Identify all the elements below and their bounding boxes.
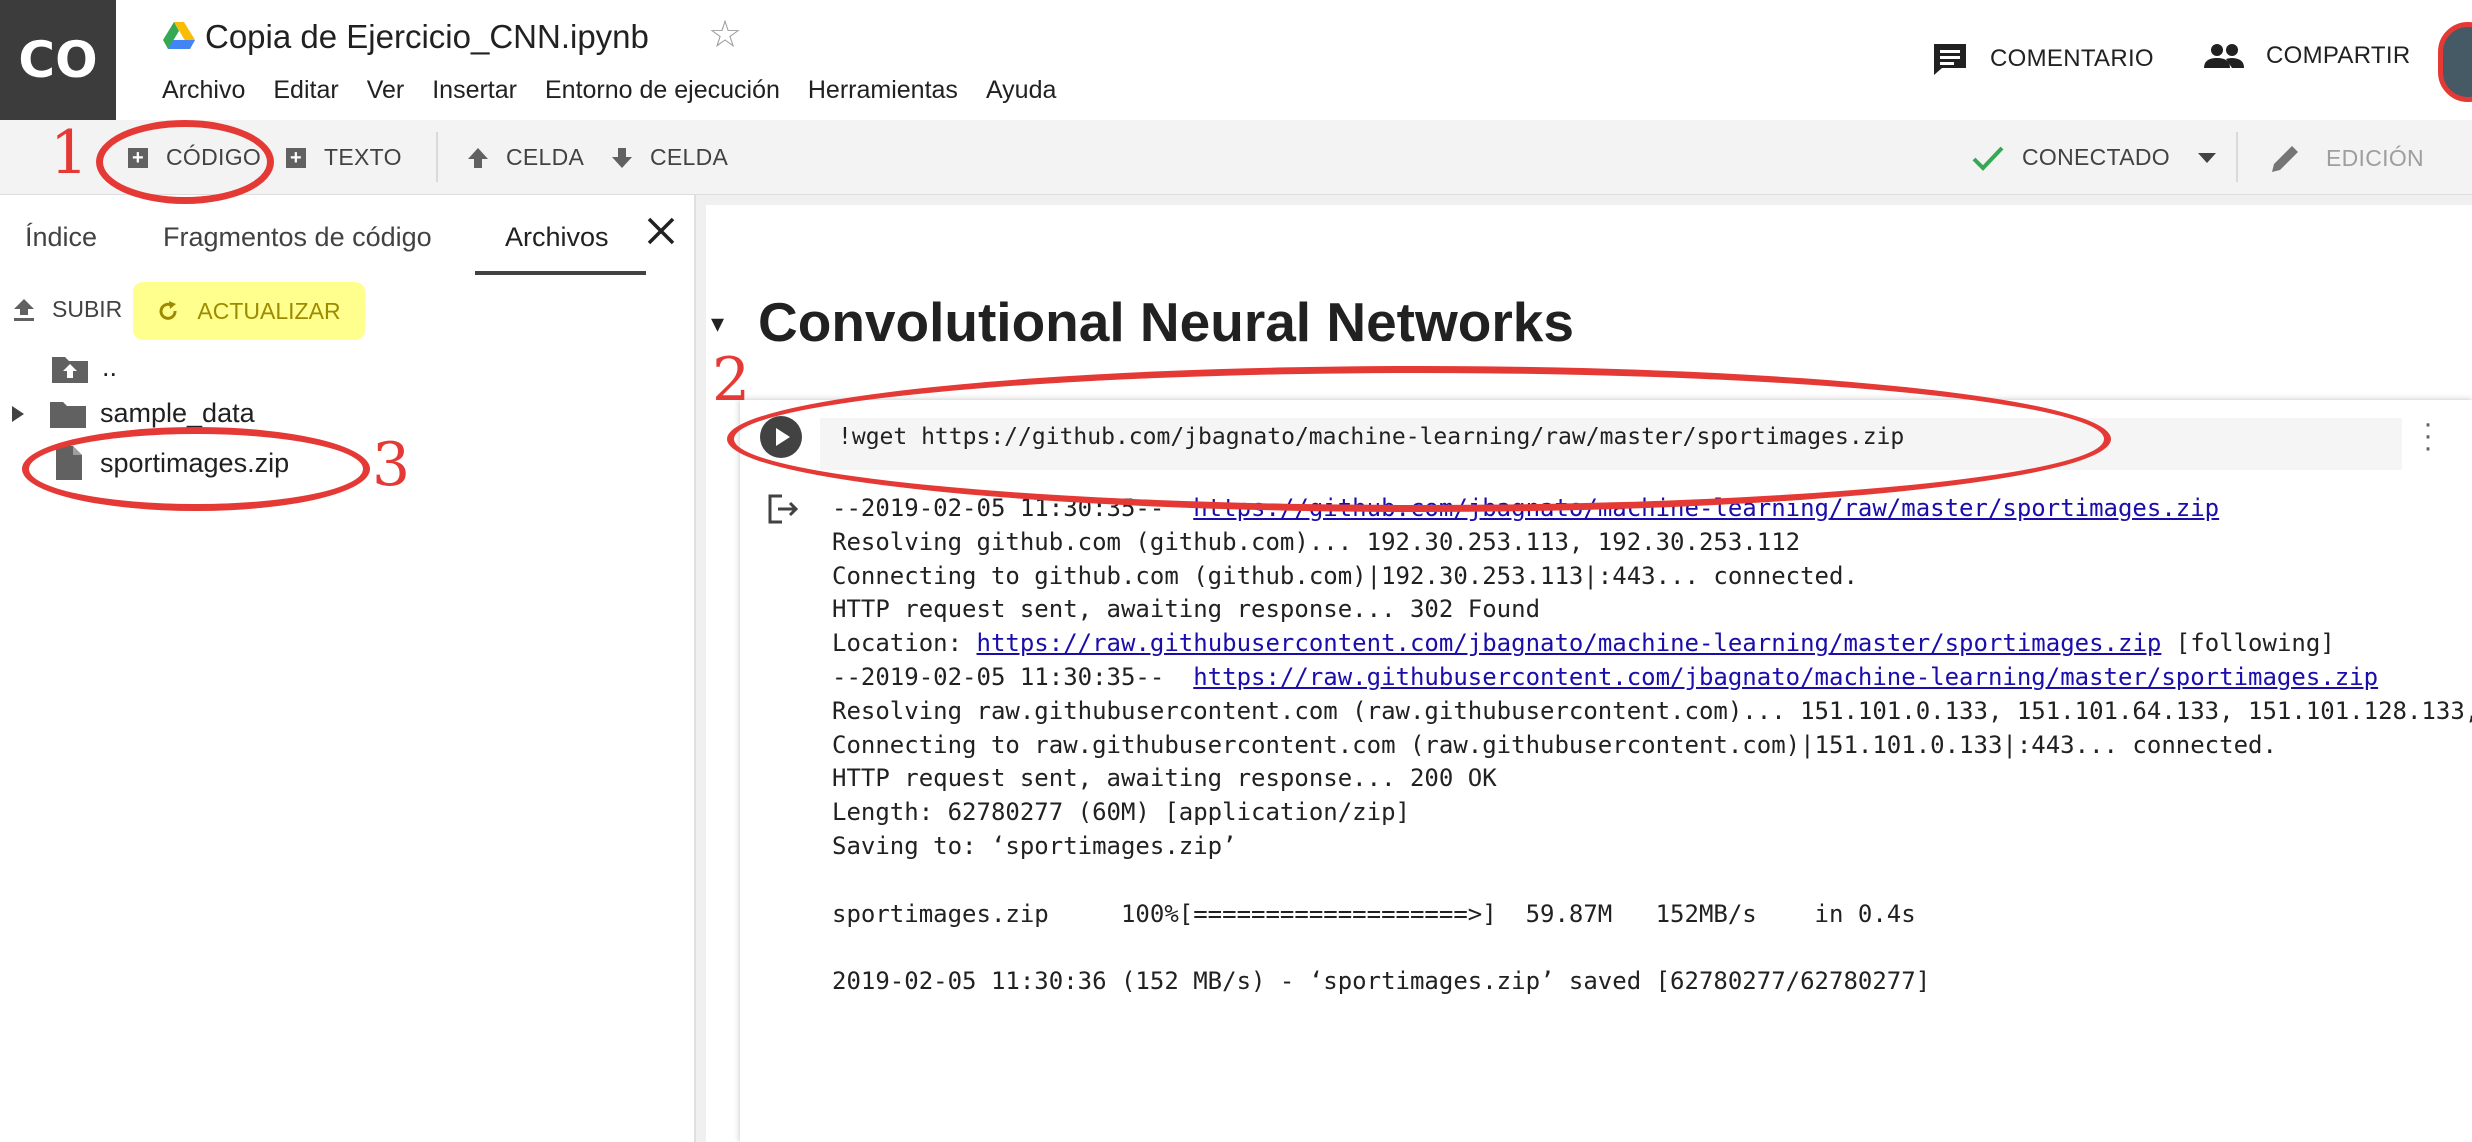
dropdown-arrow-icon <box>2197 152 2216 163</box>
tab-indice[interactable]: Índice <box>25 222 97 253</box>
cell-output: --2019-02-05 11:30:35-- https://github.c… <box>832 492 2472 999</box>
notebook-title[interactable]: Copia de Ejercicio_CNN.ipynb <box>205 18 649 56</box>
people-icon <box>2204 44 2244 68</box>
move-up-label: CELDA <box>506 144 585 170</box>
refresh-icon <box>159 301 177 320</box>
toolbar-divider <box>436 132 438 182</box>
refresh-button[interactable]: ACTUALIZAR <box>133 282 365 340</box>
collapse-section-icon[interactable]: ▾ <box>711 308 724 339</box>
google-drive-icon <box>163 22 195 49</box>
output-link[interactable]: https://raw.githubusercontent.com/jbagna… <box>977 629 2162 657</box>
menu-item-herramientas[interactable]: Herramientas <box>808 76 958 105</box>
annotation-number-3: 3 <box>372 430 411 500</box>
arrow-up-icon <box>468 147 488 168</box>
comment-icon <box>1934 44 1966 75</box>
share-button[interactable]: COMPARTIR <box>2204 42 2411 70</box>
add-text-button[interactable]: + TEXTO <box>286 144 402 171</box>
more-options-icon[interactable]: · · · <box>2422 409 2434 463</box>
folder-icon <box>50 401 86 428</box>
move-down-label: CELDA <box>650 144 729 170</box>
file-row-parent[interactable]: .. <box>52 352 117 383</box>
tab-archivos[interactable]: Archivos <box>505 222 609 253</box>
connection-status-button[interactable]: CONECTADO <box>1972 144 2216 171</box>
output-icon[interactable] <box>768 494 800 524</box>
annotation-ellipse-2 <box>727 366 2111 512</box>
output-line: --2019-02-05 11:30:35-- <box>832 662 1194 691</box>
file-row-sample-data[interactable]: sample_data <box>12 398 255 429</box>
upload-label: SUBIR <box>52 296 123 322</box>
section-heading: Convolutional Neural Networks <box>758 291 1574 353</box>
output-line: sportimages.zip 100%[===================… <box>832 899 1916 928</box>
menu-item-archivo[interactable]: Archivo <box>162 76 245 105</box>
menu-item-entorno[interactable]: Entorno de ejecución <box>545 76 780 105</box>
menu-item-editar[interactable]: Editar <box>273 76 338 105</box>
output-line: Location: <box>832 629 977 658</box>
folder-up-icon <box>52 356 88 383</box>
comment-button[interactable]: COMENTARIO <box>1932 42 2154 76</box>
menu-item-ayuda[interactable]: Ayuda <box>986 76 1056 105</box>
menu-item-insertar[interactable]: Insertar <box>432 76 517 105</box>
annotation-number-2: 2 <box>712 345 751 415</box>
expand-arrow-icon[interactable] <box>12 405 24 422</box>
user-avatar[interactable] <box>2438 22 2472 102</box>
share-label: COMPARTIR <box>2266 42 2411 69</box>
output-line: [following] <box>2161 629 2335 658</box>
output-line: Resolving github.com (github.com)... 192… <box>832 527 1801 556</box>
upload-icon <box>14 298 34 321</box>
edit-mode-button[interactable]: EDICIÓN <box>2270 142 2424 174</box>
star-icon[interactable]: ☆ <box>708 12 742 57</box>
close-icon[interactable] <box>646 216 676 246</box>
file-name: .. <box>102 352 118 382</box>
pencil-icon <box>2272 146 2298 172</box>
colab-logo[interactable]: CO <box>0 0 116 120</box>
arrow-down-icon <box>612 147 632 168</box>
annotation-number-1: 1 <box>50 118 89 188</box>
output-line: Connecting to raw.githubusercontent.com … <box>832 730 2277 759</box>
plus-icon: + <box>286 147 306 168</box>
add-text-label: TEXTO <box>324 144 402 170</box>
output-line: Length: 62780277 (60M) [application/zip] <box>832 798 1410 827</box>
output-line: Resolving raw.githubusercontent.com (raw… <box>832 696 2472 725</box>
move-cell-down-button[interactable]: CELDA <box>610 144 728 171</box>
check-icon <box>1972 146 2004 171</box>
output-line: HTTP request sent, awaiting response... … <box>832 595 1541 624</box>
menu-item-ver[interactable]: Ver <box>367 76 405 105</box>
refresh-label: ACTUALIZAR <box>197 297 341 324</box>
annotation-ellipse-1 <box>96 120 274 204</box>
menu-bar: Archivo Editar Ver Insertar Entorno de e… <box>162 76 1084 105</box>
output-link[interactable]: https://raw.githubusercontent.com/jbagna… <box>1193 663 2378 691</box>
edit-label: EDICIÓN <box>2326 144 2424 171</box>
output-line: Saving to: ‘sportimages.zip’ <box>832 831 1237 860</box>
toolbar-divider <box>2236 132 2238 182</box>
output-line: HTTP request sent, awaiting response... … <box>832 764 1497 793</box>
upload-button[interactable]: SUBIR <box>14 296 122 323</box>
output-line: Connecting to github.com (github.com)|19… <box>832 561 1858 590</box>
tab-fragmentos[interactable]: Fragmentos de código <box>163 222 432 253</box>
move-cell-up-button[interactable]: CELDA <box>466 144 584 171</box>
file-name: sample_data <box>100 398 255 428</box>
active-tab-indicator <box>475 271 646 275</box>
connected-label: CONECTADO <box>2022 144 2170 170</box>
output-line: 2019-02-05 11:30:36 (152 MB/s) - ‘sporti… <box>832 967 1931 996</box>
annotation-ellipse-3 <box>22 427 370 511</box>
comment-label: COMENTARIO <box>1990 45 2154 72</box>
